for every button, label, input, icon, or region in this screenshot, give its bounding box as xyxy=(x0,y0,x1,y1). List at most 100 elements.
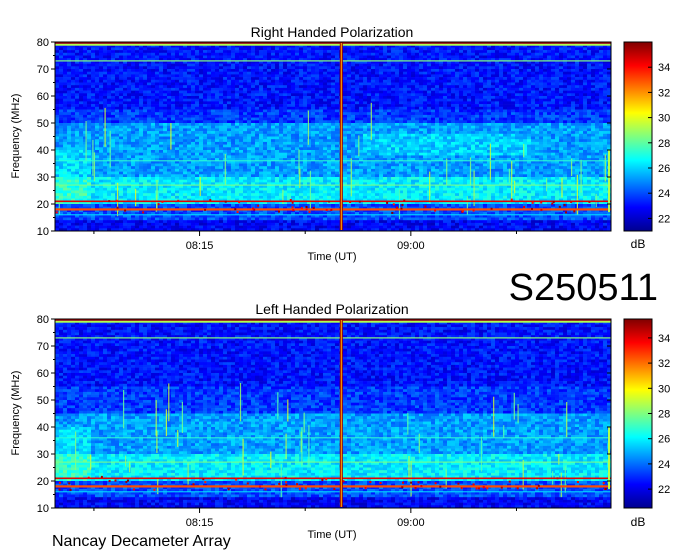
heatmap-cell xyxy=(67,137,71,140)
heatmap-cell xyxy=(543,47,547,50)
heatmap-cell xyxy=(115,118,119,121)
heatmap-cell xyxy=(159,77,163,80)
heatmap-cell xyxy=(523,47,527,50)
heatmap-cell xyxy=(143,96,147,99)
heatmap-cell xyxy=(211,83,215,86)
heatmap-cell xyxy=(279,110,283,113)
heatmap-cell xyxy=(87,88,91,91)
heatmap-cell xyxy=(187,66,191,69)
heatmap-cell xyxy=(79,83,83,86)
heatmap-cell xyxy=(391,47,395,50)
heatmap-cell xyxy=(595,110,599,113)
heatmap-cell xyxy=(227,123,231,126)
heatmap-cell xyxy=(159,128,163,131)
heatmap-cell xyxy=(279,137,283,140)
heatmap-cell xyxy=(387,128,391,131)
heatmap-cell xyxy=(587,134,591,137)
heatmap-cell xyxy=(139,104,143,107)
heatmap-cell xyxy=(595,72,599,75)
heatmap-cell xyxy=(175,56,179,59)
heatmap-cell xyxy=(187,72,191,75)
heatmap-cell xyxy=(475,115,479,118)
heatmap-cell xyxy=(467,74,471,77)
heatmap-cell xyxy=(315,64,319,67)
heatmap-cell xyxy=(155,104,159,107)
heatmap-cell xyxy=(187,64,191,67)
heatmap-cell xyxy=(155,112,159,115)
heatmap-cell xyxy=(539,72,543,75)
heatmap-cell xyxy=(355,64,359,67)
heatmap-cell xyxy=(283,128,287,131)
heatmap-cell xyxy=(343,64,347,67)
heatmap-cell xyxy=(391,126,395,129)
heatmap-cell xyxy=(547,50,551,53)
heatmap-cell xyxy=(251,88,255,91)
heatmap-cell xyxy=(431,69,435,72)
heatmap-cell xyxy=(315,83,319,86)
heatmap-cell xyxy=(547,91,551,94)
heatmap-cell xyxy=(443,93,447,96)
heatmap-cell xyxy=(95,91,99,94)
heatmap-cell xyxy=(455,101,459,104)
heatmap-cell xyxy=(287,104,291,107)
heatmap-cell xyxy=(75,69,79,72)
heatmap-cell xyxy=(463,96,467,99)
heatmap-cell xyxy=(223,128,227,131)
heatmap-cell xyxy=(55,128,59,131)
heatmap-cell xyxy=(55,83,59,86)
heatmap-cell xyxy=(395,91,399,94)
heatmap-cell xyxy=(347,115,351,118)
heatmap-cell xyxy=(531,53,535,56)
heatmap-cell xyxy=(267,64,271,67)
heatmap-cell xyxy=(311,101,315,104)
heatmap-cell xyxy=(567,128,571,131)
heatmap-cell xyxy=(555,120,559,123)
heatmap-cell xyxy=(167,80,171,83)
heatmap-cell xyxy=(483,134,487,137)
heatmap-cell xyxy=(443,72,447,75)
heatmap-cell xyxy=(91,137,95,140)
heatmap-cell xyxy=(211,115,215,118)
heatmap-cell xyxy=(143,128,147,131)
heatmap-cell xyxy=(235,112,239,115)
heatmap-cell xyxy=(203,101,207,104)
heatmap-cell xyxy=(63,99,67,102)
heatmap-cell xyxy=(263,72,267,75)
heatmap-cell xyxy=(127,64,131,67)
heatmap-cell xyxy=(447,47,451,50)
heatmap-cell xyxy=(487,77,491,80)
heatmap-cell xyxy=(215,131,219,134)
heatmap-cell xyxy=(567,115,571,118)
heatmap-cell xyxy=(227,131,231,134)
heatmap-cell xyxy=(531,115,535,118)
heatmap-cell xyxy=(115,72,119,75)
heatmap-cell xyxy=(519,47,523,50)
heatmap-cell xyxy=(251,93,255,96)
heatmap-cell xyxy=(599,99,603,102)
heatmap-cell xyxy=(583,74,587,77)
heatmap-cell xyxy=(359,50,363,53)
heatmap-cell xyxy=(583,91,587,94)
heatmap-cell xyxy=(203,120,207,123)
heatmap-cell xyxy=(211,80,215,83)
heatmap-cell xyxy=(567,104,571,107)
heatmap-cell xyxy=(247,53,251,56)
heatmap-cell xyxy=(303,107,307,110)
heatmap-cell xyxy=(379,91,383,94)
heatmap-cell xyxy=(511,131,515,134)
heatmap-cell xyxy=(175,123,179,126)
heatmap-cell xyxy=(355,112,359,115)
heatmap-cell xyxy=(535,53,539,56)
heatmap-cell xyxy=(423,64,427,67)
heatmap-cell xyxy=(455,93,459,96)
heatmap-cell xyxy=(155,91,159,94)
heatmap-cell xyxy=(551,107,555,110)
heatmap-cell xyxy=(579,104,583,107)
heatmap-cell xyxy=(219,53,223,56)
heatmap-cell xyxy=(59,104,63,107)
heatmap-cell xyxy=(175,91,179,94)
heatmap-cell xyxy=(211,123,215,126)
heatmap-cell xyxy=(187,118,191,121)
heatmap-cell xyxy=(403,126,407,129)
heatmap-cell xyxy=(575,118,579,121)
